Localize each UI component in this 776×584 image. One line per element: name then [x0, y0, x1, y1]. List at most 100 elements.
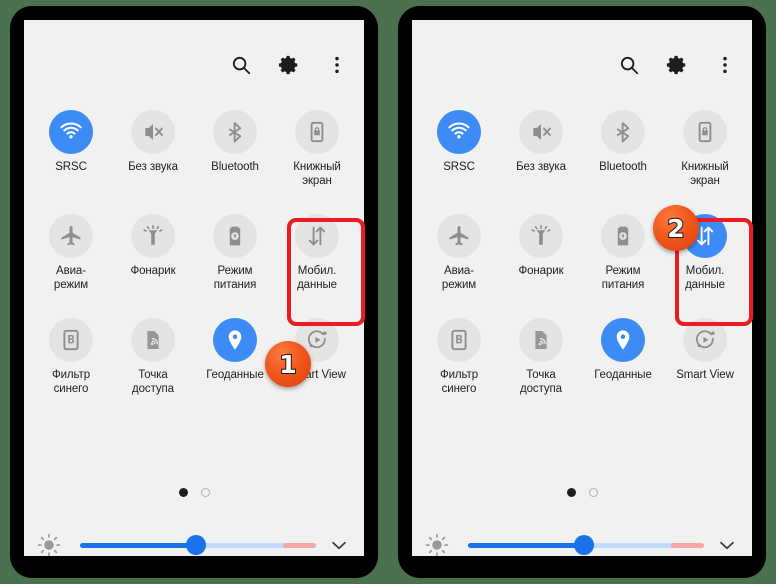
- more-vertical-icon[interactable]: [714, 54, 736, 76]
- tile-label: Точка доступа: [520, 369, 562, 395]
- hotspot-icon: [131, 318, 175, 362]
- screen-rotation-lock-icon: [295, 110, 339, 154]
- tile-label: Фильтр синего: [51, 369, 91, 395]
- tile-label: Без звука: [128, 161, 178, 173]
- tile-label: Книжный экран: [681, 161, 729, 187]
- quick-settings-panel-left: SRSC Без звука Bluetooth Книжный экран А…: [24, 20, 364, 556]
- phone-frame-right: SRSC Без звука Bluetooth Книжный экран А…: [398, 6, 766, 578]
- tile-mobile-data[interactable]: Мобил. данные: [276, 208, 358, 294]
- brightness-slider[interactable]: [468, 535, 704, 555]
- page-dot-inactive[interactable]: [588, 488, 598, 497]
- tile-airplane-mode[interactable]: Авиа- режим: [418, 208, 500, 294]
- brightness-slider-fill: [80, 542, 196, 548]
- bluetooth-icon: [213, 110, 257, 154]
- tile-label: Фонарик: [130, 265, 176, 277]
- page-dot-active[interactable]: [566, 488, 576, 497]
- brightness-icon: [36, 532, 62, 556]
- tile-label: SRSC: [443, 161, 475, 173]
- quick-settings-header-right: [618, 54, 736, 76]
- tile-hotspot[interactable]: Точка доступа: [500, 312, 582, 398]
- tile-label: Авиа- режим: [53, 265, 89, 291]
- tile-label: Мобил. данные: [297, 265, 337, 291]
- tile-blue-light-filter[interactable]: Фильтр синего: [30, 312, 112, 398]
- chevron-down-icon[interactable]: [328, 534, 350, 556]
- location-pin-icon: [601, 318, 645, 362]
- tile-label: SRSC: [55, 161, 87, 173]
- flashlight-icon: [519, 214, 563, 258]
- quick-settings-panel-right: SRSC Без звука Bluetooth Книжный экран А…: [412, 20, 752, 556]
- tile-portrait-lock[interactable]: Книжный экран: [664, 104, 746, 190]
- gear-icon[interactable]: [666, 54, 688, 76]
- tile-location[interactable]: Геоданные: [582, 312, 664, 398]
- brightness-slider-warm-segment: [670, 542, 704, 548]
- tile-label: Режим питания: [601, 265, 645, 291]
- tile-blue-light-filter[interactable]: Фильтр синего: [418, 312, 500, 398]
- tile-location[interactable]: Геоданные: [194, 312, 276, 398]
- location-pin-icon: [213, 318, 257, 362]
- tile-srsc[interactable]: SRSC: [418, 104, 500, 190]
- search-icon[interactable]: [230, 54, 252, 76]
- airplane-icon: [437, 214, 481, 258]
- wifi-icon: [49, 110, 93, 154]
- hotspot-icon: [519, 318, 563, 362]
- step-badge-2: 2: [653, 205, 699, 251]
- tile-power-mode[interactable]: Режим питания: [194, 208, 276, 294]
- blue-light-filter-icon: [437, 318, 481, 362]
- tile-airplane-mode[interactable]: Авиа- режим: [30, 208, 112, 294]
- quick-settings-tile-grid-right: SRSC Без звука Bluetooth Книжный экран А…: [418, 104, 746, 398]
- tile-flashlight[interactable]: Фонарик: [500, 208, 582, 294]
- quick-settings-header-left: [230, 54, 348, 76]
- bluetooth-icon: [601, 110, 645, 154]
- chevron-down-icon[interactable]: [716, 534, 738, 556]
- tile-label: Bluetooth: [599, 161, 647, 173]
- mute-icon: [519, 110, 563, 154]
- phone-frame-left: SRSC Без звука Bluetooth Книжный экран А…: [10, 6, 378, 578]
- tile-label: Точка доступа: [132, 369, 174, 395]
- tile-bluetooth[interactable]: Bluetooth: [582, 104, 664, 190]
- tile-hotspot[interactable]: Точка доступа: [112, 312, 194, 398]
- gear-icon[interactable]: [278, 54, 300, 76]
- brightness-slider-thumb[interactable]: [573, 535, 594, 555]
- tile-mute[interactable]: Без звука: [500, 104, 582, 190]
- tile-portrait-lock[interactable]: Книжный экран: [276, 104, 358, 190]
- page-indicator-right[interactable]: [412, 488, 752, 497]
- brightness-slider-warm-segment: [282, 542, 316, 548]
- page-dot-active[interactable]: [178, 488, 188, 497]
- search-icon[interactable]: [618, 54, 640, 76]
- tile-label: Геоданные: [594, 369, 652, 381]
- more-vertical-icon[interactable]: [326, 54, 348, 76]
- page-indicator-left[interactable]: [24, 488, 364, 497]
- step-badge-1-number: 1: [278, 349, 297, 379]
- screenshot-stage: SRSC Без звука Bluetooth Книжный экран А…: [0, 0, 776, 584]
- tile-power-mode[interactable]: Режим питания: [582, 208, 664, 294]
- brightness-icon: [424, 532, 450, 556]
- tile-label: Книжный экран: [293, 161, 341, 187]
- data-transfer-icon: [295, 214, 339, 258]
- tile-label: Фонарик: [518, 265, 564, 277]
- tile-smart-view[interactable]: Smart View: [664, 312, 746, 398]
- wifi-icon: [437, 110, 481, 154]
- smart-view-icon: [683, 318, 727, 362]
- tile-srsc[interactable]: SRSC: [30, 104, 112, 190]
- tile-label: Геоданные: [206, 369, 264, 381]
- tile-label: Bluetooth: [211, 161, 259, 173]
- brightness-row-right: [412, 525, 752, 556]
- flashlight-icon: [131, 214, 175, 258]
- tile-label: Режим питания: [213, 265, 257, 291]
- brightness-slider-thumb[interactable]: [185, 535, 206, 555]
- airplane-icon: [49, 214, 93, 258]
- screen-rotation-lock-icon: [683, 110, 727, 154]
- tile-flashlight[interactable]: Фонарик: [112, 208, 194, 294]
- tile-label: Фильтр синего: [439, 369, 479, 395]
- mute-icon: [131, 110, 175, 154]
- blue-light-filter-icon: [49, 318, 93, 362]
- tile-bluetooth[interactable]: Bluetooth: [194, 104, 276, 190]
- brightness-slider-fill: [468, 542, 584, 548]
- step-badge-1: 1: [265, 341, 311, 387]
- battery-eco-icon: [213, 214, 257, 258]
- brightness-slider[interactable]: [80, 535, 316, 555]
- brightness-row-left: [24, 525, 364, 556]
- tile-mute[interactable]: Без звука: [112, 104, 194, 190]
- step-badge-2-number: 2: [666, 213, 685, 243]
- page-dot-inactive[interactable]: [200, 488, 210, 497]
